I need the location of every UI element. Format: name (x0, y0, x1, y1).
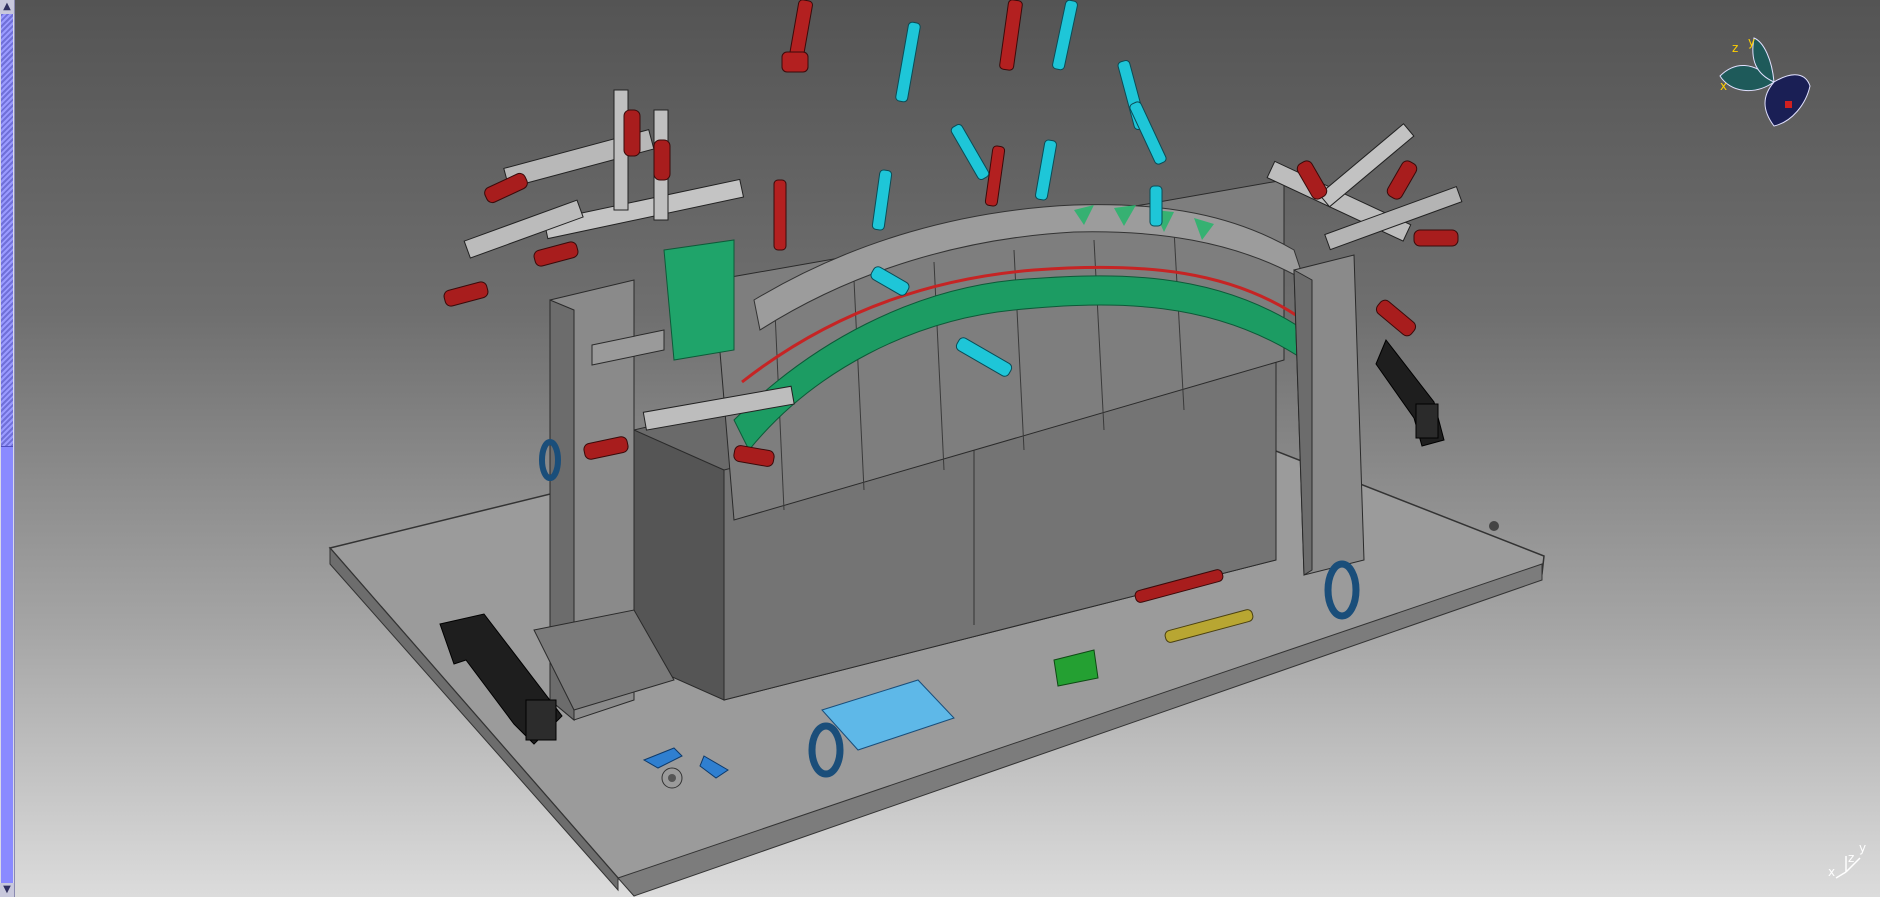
mini-axis-y-label: y (1859, 841, 1866, 855)
compass-x-label: x (1720, 79, 1727, 93)
handle-back (1375, 339, 1445, 447)
scroll-down-arrow[interactable]: ▼ (0, 883, 14, 897)
compass-z-label: z (1732, 41, 1738, 55)
cad-model-canvas: z y x z y x (328, 0, 1866, 897)
3d-viewport[interactable]: z y x z y x (14, 0, 1880, 897)
right-column (1293, 254, 1365, 576)
mini-axis-z-label: z (1848, 851, 1854, 865)
mini-axis-x-label: x (1828, 865, 1835, 879)
red-locating-pins (773, 0, 1023, 251)
compass-y-label: y (1748, 35, 1755, 49)
scroll-track[interactable] (1, 14, 13, 446)
scroll-thumb[interactable] (1, 446, 13, 884)
vertical-scrollbar[interactable]: ▲ ▼ (0, 0, 15, 897)
scroll-up-arrow[interactable]: ▲ (0, 0, 14, 14)
